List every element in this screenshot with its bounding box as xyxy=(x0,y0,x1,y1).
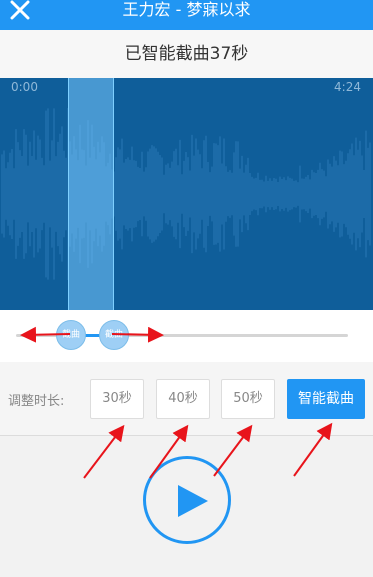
time-start: 0:00 xyxy=(11,80,38,94)
waveform xyxy=(1,108,371,280)
clip-status-text: 已智能截曲37秒 xyxy=(0,30,373,78)
duration-adjust-row: 调整时长: 30秒 40秒 50秒 智能截曲 xyxy=(0,362,373,436)
duration-40s-button[interactable]: 40秒 xyxy=(156,379,210,419)
top-bar: 王力宏 - 梦寐以求 xyxy=(0,0,373,30)
trim-slider: 截曲 截曲 xyxy=(0,310,373,362)
slider-handle-end[interactable]: 截曲 xyxy=(99,320,129,350)
smart-clip-button[interactable]: 智能截曲 xyxy=(287,379,365,419)
play-icon xyxy=(178,485,208,517)
slider-handle-start[interactable]: 截曲 xyxy=(56,320,86,350)
duration-50s-button[interactable]: 50秒 xyxy=(221,379,275,419)
waveform-panel[interactable]: 0:00 4:24 xyxy=(0,78,373,310)
time-end: 4:24 xyxy=(334,80,361,94)
clip-selection[interactable] xyxy=(68,78,114,310)
duration-30s-button[interactable]: 30秒 xyxy=(90,379,144,419)
song-title: 王力宏 - 梦寐以求 xyxy=(122,0,251,19)
adjust-duration-label: 调整时长: xyxy=(8,394,65,409)
play-button[interactable] xyxy=(143,456,231,544)
